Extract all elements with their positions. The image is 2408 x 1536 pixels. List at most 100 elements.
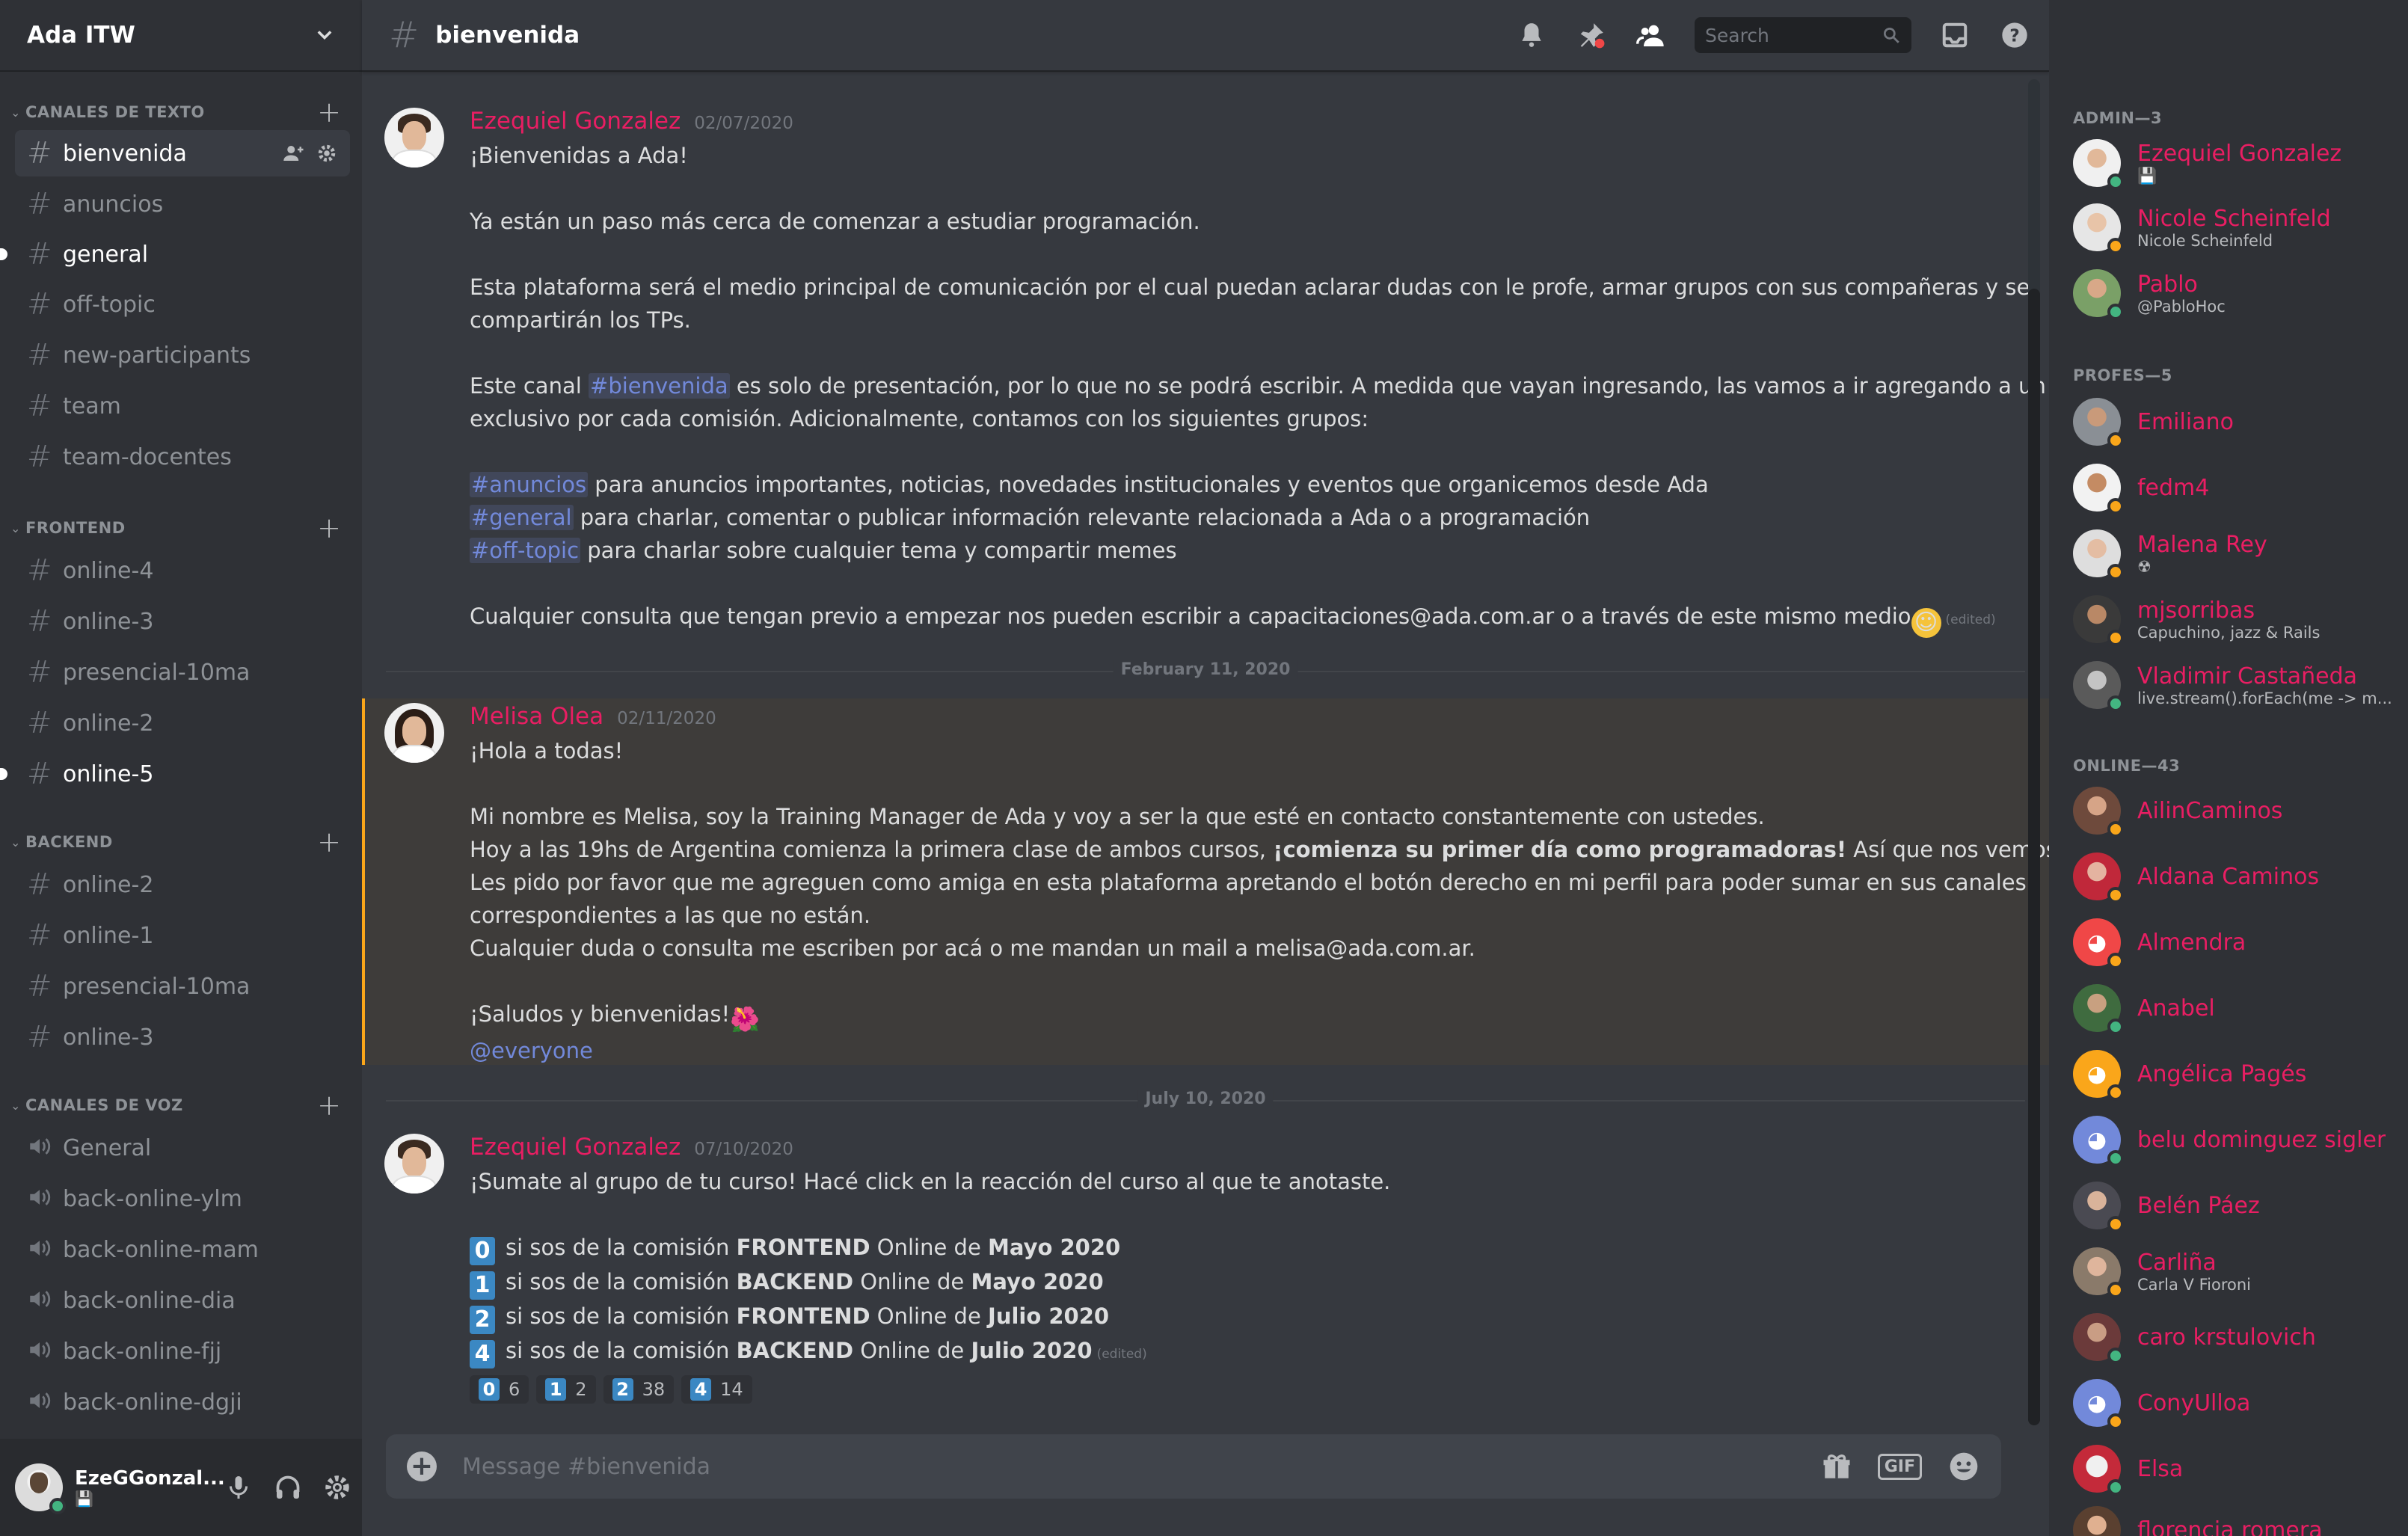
help-icon[interactable]: ?	[1998, 19, 2031, 52]
bell-icon[interactable]	[1515, 19, 1548, 52]
hash-icon: #	[27, 604, 52, 639]
channel-general[interactable]: # general	[0, 231, 350, 277]
category-canales-de-texto[interactable]: ⌄ CANALES DE TEXTO +	[0, 97, 362, 127]
gif-button[interactable]: GIF	[1877, 1453, 1922, 1480]
channel-name: general	[63, 241, 149, 268]
member-item[interactable]: caro krstulovich	[2073, 1307, 2396, 1367]
channel-mention[interactable]: #anuncios	[470, 472, 589, 497]
gear-icon[interactable]	[316, 142, 338, 165]
add-channel-icon[interactable]: +	[314, 98, 344, 126]
avatar	[2073, 1247, 2124, 1298]
chevron-down-icon[interactable]	[314, 25, 335, 46]
scrollbar[interactable]	[2028, 79, 2040, 1425]
avatar	[2073, 1506, 2121, 1536]
voice-channel-back-online-dia[interactable]: back-online-dia	[15, 1277, 350, 1324]
channel-new-participants[interactable]: # new-participants	[15, 332, 350, 378]
voice-channel-back-online-dgji[interactable]: back-online-dgji	[15, 1379, 350, 1425]
avatar[interactable]	[15, 1463, 66, 1514]
channel-anuncios[interactable]: # anuncios	[15, 181, 350, 227]
invite-icon[interactable]	[283, 142, 305, 165]
member-item[interactable]: fedm4	[2073, 458, 2396, 517]
status-idle-icon	[2107, 1413, 2124, 1430]
member-item[interactable]: ◕ belu dominguez sigler	[2073, 1110, 2396, 1170]
voice-channel-general[interactable]: General	[15, 1125, 350, 1171]
category-frontend[interactable]: ⌄ FRONTEND +	[0, 513, 362, 543]
message-input[interactable]: Message #bienvenida	[462, 1454, 1821, 1480]
inbox-icon[interactable]	[1938, 19, 1971, 52]
member-item[interactable]: mjsorribas Capuchino, jazz & Rails	[2073, 589, 2396, 649]
channel-mention[interactable]: #general	[470, 505, 574, 530]
channel-online-4[interactable]: # online-4	[15, 547, 350, 594]
add-channel-icon[interactable]: +	[314, 1091, 344, 1119]
search-input[interactable]: Search	[1695, 17, 1911, 53]
add-channel-icon[interactable]: +	[314, 514, 344, 542]
category-canales-de-voz[interactable]: ⌄ CANALES DE VOZ +	[0, 1090, 362, 1120]
channel-online-3[interactable]: # online-3	[15, 1014, 350, 1060]
reaction-0[interactable]: 06	[470, 1375, 529, 1404]
member-item[interactable]: Vladimir Castañeda live.stream().forEach(…	[2073, 655, 2396, 715]
member-item[interactable]: Carliña Carla V Fioroni	[2073, 1241, 2396, 1301]
channel-online-3[interactable]: # online-3	[15, 598, 350, 645]
member-item[interactable]: florencia romera	[2073, 1500, 2396, 1536]
channel-presencial-10ma[interactable]: # presencial-10ma	[15, 963, 350, 1010]
member-item[interactable]: Ezequiel Gonzalez 💾	[2073, 133, 2396, 193]
channel-team[interactable]: # team	[15, 383, 350, 429]
server-header[interactable]: Ada ITW	[0, 0, 362, 72]
server-name: Ada ITW	[27, 22, 135, 49]
member-item[interactable]: AilinCaminos	[2073, 781, 2396, 841]
username: EzeGGonzal...	[75, 1467, 225, 1490]
category-backend[interactable]: ⌄ BACKEND +	[0, 827, 362, 857]
chevron-down-icon: ⌄	[10, 1098, 21, 1113]
member-item[interactable]: Pablo @PabloHoc	[2073, 263, 2396, 323]
scrollbar-thumb[interactable]	[2028, 289, 2040, 1425]
message-author[interactable]: Ezequiel Gonzalez	[470, 108, 681, 135]
reaction-2[interactable]: 2 38	[603, 1375, 675, 1404]
voice-channel-back-online-my[interactable]: back-online-my	[15, 1430, 350, 1439]
microphone-icon[interactable]	[225, 1474, 252, 1501]
emoji-picker-icon[interactable]	[1947, 1450, 1980, 1483]
channel-online-2[interactable]: # online-2	[15, 861, 350, 908]
message-author[interactable]: Ezequiel Gonzalez	[470, 1134, 681, 1161]
headphones-icon[interactable]	[274, 1474, 301, 1501]
message-list: Ezequiel Gonzalez 02/07/2020 ¡Bienvenida…	[362, 73, 2049, 1446]
member-item[interactable]: ◕ Angélica Pagés	[2073, 1044, 2396, 1104]
gift-icon[interactable]	[1821, 1451, 1852, 1482]
pin-icon[interactable]	[1575, 19, 1608, 52]
message-composer[interactable]: + Message #bienvenida GIF	[386, 1434, 2001, 1499]
member-item[interactable]: Belén Páez	[2073, 1176, 2396, 1235]
member-item[interactable]: Malena Rey ☢	[2073, 523, 2396, 583]
upload-plus-icon[interactable]: +	[407, 1451, 437, 1481]
chevron-down-icon: ⌄	[10, 520, 21, 535]
channel-presencial-10ma[interactable]: # presencial-10ma	[15, 649, 350, 695]
channel-off-topic[interactable]: # off-topic	[15, 281, 350, 328]
reaction-1[interactable]: 12	[536, 1375, 596, 1404]
member-item[interactable]: Emiliano	[2073, 392, 2396, 452]
message: Ezequiel Gonzalez 07/10/2020 ¡Sumate al …	[362, 1134, 2049, 1446]
reaction-4[interactable]: 4 14	[681, 1375, 752, 1404]
message-author[interactable]: Melisa Olea	[470, 703, 603, 730]
add-channel-icon[interactable]: +	[314, 828, 344, 856]
avatar[interactable]	[384, 1134, 444, 1194]
member-item[interactable]: ◕ ConyUlloa	[2073, 1373, 2396, 1433]
everyone-mention[interactable]: @everyone	[470, 1038, 593, 1063]
channel-name: online-4	[63, 557, 154, 584]
channel-mention[interactable]: #bienvenida	[589, 373, 730, 399]
channel-online-2[interactable]: # online-2	[15, 700, 350, 746]
avatar[interactable]	[384, 108, 444, 168]
member-item[interactable]: Elsa	[2073, 1439, 2396, 1499]
gear-icon[interactable]	[324, 1474, 351, 1501]
channel-mention[interactable]: #off-topic	[470, 538, 581, 563]
channel-team-docentes[interactable]: # team-docentes	[15, 434, 350, 480]
channel-online-5[interactable]: # online-5	[0, 751, 350, 797]
channel-online-1[interactable]: # online-1	[15, 912, 350, 959]
avatar[interactable]	[384, 703, 444, 763]
member-item[interactable]: Nicole Scheinfeld Nicole Scheinfeld	[2073, 197, 2396, 257]
member-item[interactable]: Aldana Caminos	[2073, 847, 2396, 906]
members-icon[interactable]	[1635, 19, 1668, 52]
member-item[interactable]: ◕ Almendra	[2073, 912, 2396, 972]
voice-channel-back-online-fjj[interactable]: back-online-fjj	[15, 1328, 350, 1374]
member-item[interactable]: Anabel	[2073, 978, 2396, 1038]
voice-channel-back-online-mam[interactable]: back-online-mam	[15, 1226, 350, 1273]
voice-channel-back-online-ylm[interactable]: back-online-ylm	[15, 1176, 350, 1222]
channel-bienvenida[interactable]: # bienvenida	[15, 130, 350, 176]
